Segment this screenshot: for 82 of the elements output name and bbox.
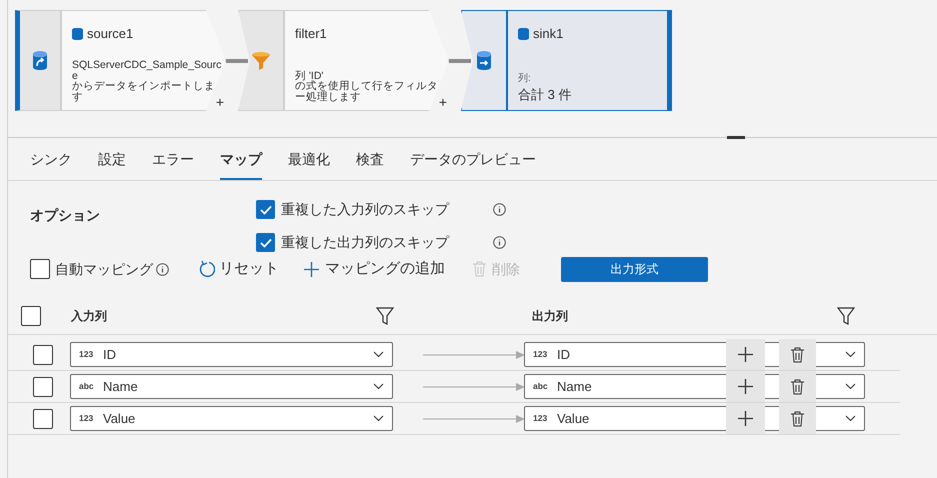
output-format-button[interactable]: 出力形式: [561, 256, 708, 282]
checkbox[interactable]: [33, 408, 53, 428]
checkbox[interactable]: [256, 233, 275, 252]
plus-icon: [738, 411, 753, 426]
filter-icon: [837, 306, 855, 324]
add-mapping-button[interactable]: マッピングの追加: [304, 258, 445, 280]
field-value: Value: [103, 410, 136, 428]
chevron-down-icon: [845, 351, 856, 358]
delete-button[interactable]: [779, 403, 816, 434]
arrow-icon: [423, 414, 526, 424]
node-description: 合計 3 件: [518, 88, 572, 102]
type-label: abc: [79, 380, 95, 393]
chevron-down-icon: [373, 351, 384, 358]
auto-mapping-label: 自動マッピング: [55, 260, 153, 278]
chevron-down-icon: [845, 415, 856, 422]
add-node-button[interactable]: +: [438, 95, 447, 109]
arrow-icon: [423, 350, 526, 360]
node-title: sink1: [533, 25, 564, 43]
field-value: ID: [103, 346, 117, 364]
dropdown-field[interactable]: 123 Value: [70, 406, 393, 431]
type-label: 123: [79, 412, 94, 425]
arrow-icon: [423, 382, 526, 392]
add-node-button[interactable]: +: [216, 95, 224, 109]
field-value: Name: [557, 378, 593, 396]
node-description: 列 'ID' の式を使用して行をフィルタ ー処理します: [295, 70, 438, 102]
tab[interactable]: エラー: [152, 149, 194, 180]
checkbox[interactable]: [33, 376, 53, 396]
add-button[interactable]: [726, 403, 765, 434]
plus-icon: [304, 262, 319, 276]
refresh-icon: [199, 260, 215, 278]
column-header: 入力列: [71, 308, 108, 324]
field-value: Value: [557, 410, 590, 428]
dropdown-field[interactable]: 123 ID: [524, 342, 865, 367]
option-label: 重複した出力列のスキップ: [281, 233, 450, 252]
add-button[interactable]: [726, 371, 765, 402]
info-icon: [156, 262, 169, 276]
trash-icon: [791, 410, 804, 426]
tab[interactable]: シンク: [30, 149, 72, 180]
node-title: filter1: [295, 25, 327, 43]
splitter-handle[interactable]: [727, 136, 745, 139]
checkbox[interactable]: [256, 200, 275, 219]
chevron-down-icon: [373, 383, 384, 390]
reset-button[interactable]: リセット: [199, 258, 279, 280]
funnel-icon: [251, 50, 271, 70]
tab[interactable]: マップ: [220, 149, 262, 180]
check-icon: [260, 238, 272, 248]
field-value: ID: [557, 346, 571, 364]
node-title: source1: [87, 25, 134, 43]
delete-button[interactable]: [779, 371, 816, 402]
delete-button[interactable]: [779, 339, 816, 370]
trash-icon: [473, 261, 486, 277]
options-label: オプション: [30, 206, 101, 225]
checkbox[interactable]: [21, 306, 41, 326]
type-label: abc: [533, 380, 549, 393]
info-icon: [493, 236, 506, 249]
trash-icon: [791, 378, 804, 394]
tab[interactable]: 検査: [356, 149, 384, 180]
info-icon: [493, 203, 506, 216]
type-label: 123: [533, 348, 548, 361]
column-header: 出力列: [532, 308, 569, 324]
tab[interactable]: 最適化: [288, 149, 330, 180]
filter-icon: [376, 306, 394, 324]
checkbox[interactable]: [33, 344, 53, 364]
trash-icon: [791, 346, 804, 362]
plus-icon: [738, 347, 753, 362]
chevron-down-icon: [373, 415, 384, 422]
field-value: Name: [103, 378, 139, 396]
type-label: 123: [79, 348, 94, 361]
plus-icon: [738, 379, 753, 394]
option-label: 重複した入力列のスキップ: [281, 200, 450, 219]
check-icon: [260, 204, 272, 214]
tab[interactable]: データのプレビュー: [410, 149, 536, 180]
dropdown-field[interactable]: 123 Value: [524, 406, 865, 431]
dropdown-field[interactable]: abc Name: [70, 374, 393, 399]
type-label: 123: [533, 412, 548, 425]
checkbox[interactable]: [30, 259, 50, 279]
chevron-down-icon: [845, 383, 856, 390]
tab[interactable]: 設定: [98, 149, 126, 180]
add-button[interactable]: [726, 339, 765, 370]
node-caption: 列:: [518, 73, 532, 84]
dropdown-field[interactable]: 123 ID: [70, 342, 393, 367]
dropdown-field[interactable]: abc Name: [524, 374, 865, 399]
